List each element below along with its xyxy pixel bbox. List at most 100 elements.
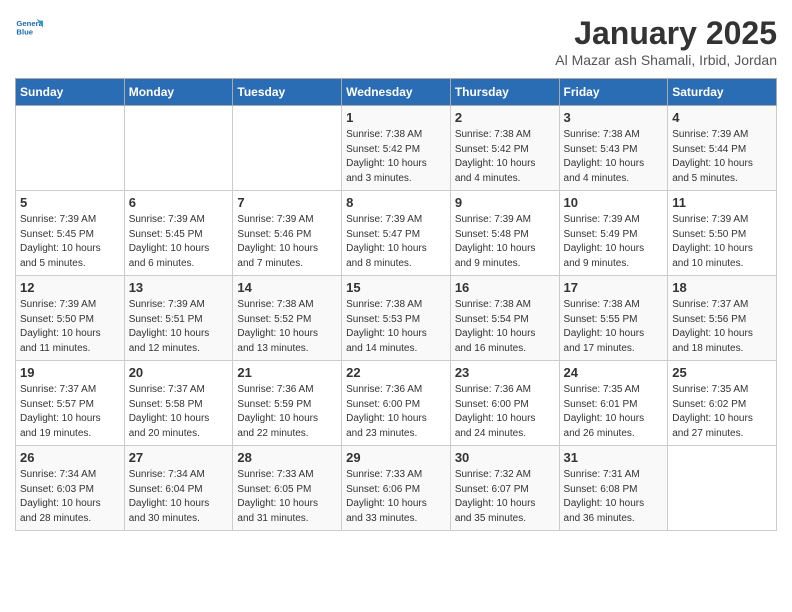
calendar-cell: 26 Sunrise: 7:34 AMSunset: 6:03 PMDayligh…: [16, 446, 125, 531]
weekday-header: Tuesday: [233, 79, 342, 106]
weekday-header: Monday: [124, 79, 233, 106]
day-number: 8: [346, 195, 446, 210]
weekday-header: Friday: [559, 79, 668, 106]
calendar-week-row: 26 Sunrise: 7:34 AMSunset: 6:03 PMDayligh…: [16, 446, 777, 531]
weekday-header: Sunday: [16, 79, 125, 106]
title-block: January 2025 Al Mazar ash Shamali, Irbid…: [555, 15, 777, 68]
day-info: Sunrise: 7:32 AMSunset: 6:07 PMDaylight:…: [455, 468, 555, 526]
day-info: Sunrise: 7:39 AMSunset: 5:45 PMDaylight:…: [20, 213, 120, 271]
calendar-week-row: 1 Sunrise: 7:38 AMSunset: 5:42 PMDaylight…: [16, 106, 777, 191]
calendar-cell: 8 Sunrise: 7:39 AMSunset: 5:47 PMDaylight…: [342, 191, 451, 276]
calendar-cell: 16 Sunrise: 7:38 AMSunset: 5:54 PMDayligh…: [450, 276, 559, 361]
calendar-title: January 2025: [555, 15, 777, 52]
day-number: 25: [672, 365, 772, 380]
calendar-week-row: 19 Sunrise: 7:37 AMSunset: 5:57 PMDayligh…: [16, 361, 777, 446]
calendar-cell: 18 Sunrise: 7:37 AMSunset: 5:56 PMDayligh…: [668, 276, 777, 361]
calendar-cell: 28 Sunrise: 7:33 AMSunset: 6:05 PMDayligh…: [233, 446, 342, 531]
day-number: 16: [455, 280, 555, 295]
calendar-cell: 6 Sunrise: 7:39 AMSunset: 5:45 PMDaylight…: [124, 191, 233, 276]
day-number: 9: [455, 195, 555, 210]
day-number: 6: [129, 195, 229, 210]
day-info: Sunrise: 7:36 AMSunset: 5:59 PMDaylight:…: [237, 383, 337, 441]
day-info: Sunrise: 7:39 AMSunset: 5:49 PMDaylight:…: [564, 213, 664, 271]
day-info: Sunrise: 7:37 AMSunset: 5:58 PMDaylight:…: [129, 383, 229, 441]
calendar-cell: 29 Sunrise: 7:33 AMSunset: 6:06 PMDayligh…: [342, 446, 451, 531]
calendar-cell: 20 Sunrise: 7:37 AMSunset: 5:58 PMDayligh…: [124, 361, 233, 446]
calendar-cell: 31 Sunrise: 7:31 AMSunset: 6:08 PMDayligh…: [559, 446, 668, 531]
calendar-cell: 11 Sunrise: 7:39 AMSunset: 5:50 PMDayligh…: [668, 191, 777, 276]
day-info: Sunrise: 7:34 AMSunset: 6:04 PMDaylight:…: [129, 468, 229, 526]
day-info: Sunrise: 7:35 AMSunset: 6:02 PMDaylight:…: [672, 383, 772, 441]
day-number: 20: [129, 365, 229, 380]
day-number: 31: [564, 450, 664, 465]
calendar-week-row: 12 Sunrise: 7:39 AMSunset: 5:50 PMDayligh…: [16, 276, 777, 361]
day-info: Sunrise: 7:38 AMSunset: 5:54 PMDaylight:…: [455, 298, 555, 356]
calendar-cell: 2 Sunrise: 7:38 AMSunset: 5:42 PMDaylight…: [450, 106, 559, 191]
day-number: 27: [129, 450, 229, 465]
header-row: SundayMondayTuesdayWednesdayThursdayFrid…: [16, 79, 777, 106]
weekday-header: Wednesday: [342, 79, 451, 106]
day-number: 24: [564, 365, 664, 380]
day-number: 23: [455, 365, 555, 380]
calendar-subtitle: Al Mazar ash Shamali, Irbid, Jordan: [555, 52, 777, 68]
day-info: Sunrise: 7:39 AMSunset: 5:44 PMDaylight:…: [672, 128, 772, 186]
day-number: 19: [20, 365, 120, 380]
day-number: 7: [237, 195, 337, 210]
day-info: Sunrise: 7:39 AMSunset: 5:50 PMDaylight:…: [672, 213, 772, 271]
svg-text:Blue: Blue: [16, 28, 33, 37]
day-info: Sunrise: 7:34 AMSunset: 6:03 PMDaylight:…: [20, 468, 120, 526]
day-number: 3: [564, 110, 664, 125]
day-info: Sunrise: 7:38 AMSunset: 5:52 PMDaylight:…: [237, 298, 337, 356]
day-number: 4: [672, 110, 772, 125]
calendar-cell: 21Sunrise: 7:36 AMSunset: 5:59 PMDayligh…: [233, 361, 342, 446]
calendar-cell: 22Sunrise: 7:36 AMSunset: 6:00 PMDayligh…: [342, 361, 451, 446]
calendar-cell: 15Sunrise: 7:38 AMSunset: 5:53 PMDayligh…: [342, 276, 451, 361]
day-info: Sunrise: 7:35 AMSunset: 6:01 PMDaylight:…: [564, 383, 664, 441]
calendar-cell: 19 Sunrise: 7:37 AMSunset: 5:57 PMDayligh…: [16, 361, 125, 446]
day-number: 2: [455, 110, 555, 125]
day-info: Sunrise: 7:39 AMSunset: 5:50 PMDaylight:…: [20, 298, 120, 356]
day-number: 1: [346, 110, 446, 125]
day-info: Sunrise: 7:39 AMSunset: 5:46 PMDaylight:…: [237, 213, 337, 271]
calendar-cell: 14 Sunrise: 7:38 AMSunset: 5:52 PMDayligh…: [233, 276, 342, 361]
calendar-cell: 4 Sunrise: 7:39 AMSunset: 5:44 PMDaylight…: [668, 106, 777, 191]
day-number: 12: [20, 280, 120, 295]
day-info: Sunrise: 7:38 AMSunset: 5:42 PMDaylight:…: [455, 128, 555, 186]
day-info: Sunrise: 7:39 AMSunset: 5:45 PMDaylight:…: [129, 213, 229, 271]
day-info: Sunrise: 7:33 AMSunset: 6:05 PMDaylight:…: [237, 468, 337, 526]
day-number: 14: [237, 280, 337, 295]
day-number: 29: [346, 450, 446, 465]
calendar-cell: 12 Sunrise: 7:39 AMSunset: 5:50 PMDayligh…: [16, 276, 125, 361]
day-number: 11: [672, 195, 772, 210]
day-number: 22: [346, 365, 446, 380]
day-info: Sunrise: 7:39 AMSunset: 5:48 PMDaylight:…: [455, 213, 555, 271]
day-number: 26: [20, 450, 120, 465]
calendar-cell: [233, 106, 342, 191]
calendar-table: SundayMondayTuesdayWednesdayThursdayFrid…: [15, 78, 777, 531]
day-number: 28: [237, 450, 337, 465]
day-number: 5: [20, 195, 120, 210]
calendar-cell: 9 Sunrise: 7:39 AMSunset: 5:48 PMDaylight…: [450, 191, 559, 276]
logo: General Blue: [15, 15, 43, 43]
calendar-cell: 23 Sunrise: 7:36 AMSunset: 6:00 PMDayligh…: [450, 361, 559, 446]
weekday-header: Thursday: [450, 79, 559, 106]
day-info: Sunrise: 7:31 AMSunset: 6:08 PMDaylight:…: [564, 468, 664, 526]
day-info: Sunrise: 7:39 AMSunset: 5:47 PMDaylight:…: [346, 213, 446, 271]
day-number: 10: [564, 195, 664, 210]
calendar-cell: [16, 106, 125, 191]
calendar-cell: 7 Sunrise: 7:39 AMSunset: 5:46 PMDaylight…: [233, 191, 342, 276]
calendar-cell: 27 Sunrise: 7:34 AMSunset: 6:04 PMDayligh…: [124, 446, 233, 531]
day-number: 17: [564, 280, 664, 295]
calendar-cell: 3Sunrise: 7:38 AMSunset: 5:43 PMDaylight…: [559, 106, 668, 191]
calendar-cell: 30Sunrise: 7:32 AMSunset: 6:07 PMDayligh…: [450, 446, 559, 531]
calendar-cell: 24 Sunrise: 7:35 AMSunset: 6:01 PMDayligh…: [559, 361, 668, 446]
calendar-header: General Blue January 2025 Al Mazar ash S…: [15, 15, 777, 68]
day-info: Sunrise: 7:36 AMSunset: 6:00 PMDaylight:…: [455, 383, 555, 441]
day-info: Sunrise: 7:33 AMSunset: 6:06 PMDaylight:…: [346, 468, 446, 526]
day-info: Sunrise: 7:37 AMSunset: 5:57 PMDaylight:…: [20, 383, 120, 441]
day-number: 18: [672, 280, 772, 295]
calendar-cell: 5 Sunrise: 7:39 AMSunset: 5:45 PMDaylight…: [16, 191, 125, 276]
day-info: Sunrise: 7:37 AMSunset: 5:56 PMDaylight:…: [672, 298, 772, 356]
day-info: Sunrise: 7:38 AMSunset: 5:53 PMDaylight:…: [346, 298, 446, 356]
day-info: Sunrise: 7:38 AMSunset: 5:42 PMDaylight:…: [346, 128, 446, 186]
